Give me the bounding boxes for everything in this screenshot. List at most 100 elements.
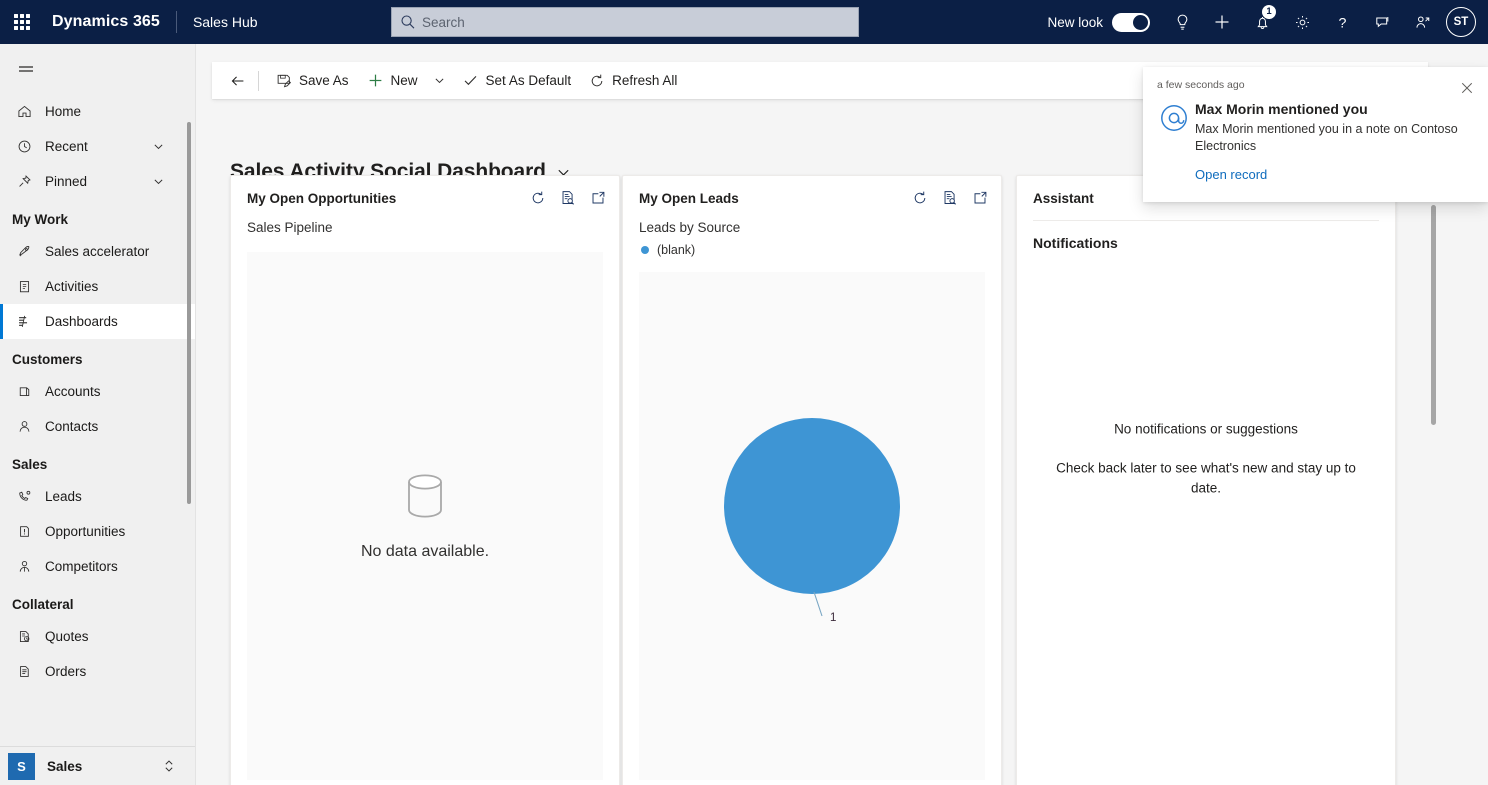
refresh-icon[interactable] <box>911 189 929 207</box>
lightbulb-button[interactable] <box>1162 0 1202 44</box>
sidebar-item-competitors[interactable]: Competitors <box>0 549 195 584</box>
sidebar-item-sales-accelerator[interactable]: Sales accelerator <box>0 234 195 269</box>
toggle-switch[interactable] <box>1112 12 1150 32</box>
notifications-button[interactable]: 1 <box>1242 0 1282 44</box>
sidebar-item-home[interactable]: Home <box>0 94 195 129</box>
card-my-open-leads: My Open Leads Leads by Source (blank) 1 <box>622 175 1002 785</box>
toast-body-row: Max Morin mentioned you Max Morin mentio… <box>1157 101 1474 184</box>
close-icon <box>1461 82 1473 94</box>
settings-button[interactable] <box>1282 0 1322 44</box>
sidebar-item-accounts[interactable]: Accounts <box>0 374 195 409</box>
save-as-icon <box>276 73 292 89</box>
open-record-link[interactable]: Open record <box>1195 167 1267 182</box>
pie-slice-blank <box>724 418 900 594</box>
toggle-knob <box>1133 14 1148 30</box>
dashboard-icon <box>14 313 34 330</box>
set-as-default-button[interactable]: Set As Default <box>453 64 581 97</box>
save-as-button[interactable]: Save As <box>267 64 358 97</box>
contact-icon <box>14 418 34 435</box>
refresh-all-button[interactable]: Refresh All <box>580 64 686 97</box>
database-cylinder-icon <box>402 472 448 529</box>
search-placeholder: Search <box>422 14 465 30</box>
lightbulb-icon <box>1177 14 1187 30</box>
sidebar-top-items: Home Recent Pinned <box>0 94 195 199</box>
search-input[interactable]: Search <box>391 7 859 37</box>
sidebar-group-title: Sales <box>12 457 48 472</box>
gear-icon <box>1295 15 1309 29</box>
sidebar-item-recent[interactable]: Recent <box>0 129 195 164</box>
refresh-icon[interactable] <box>529 189 547 207</box>
expand-icon[interactable] <box>589 189 607 207</box>
sidebar-item-label: Quotes <box>45 629 89 644</box>
sidebar-item-activities[interactable]: Activities <box>0 269 195 304</box>
assistant-empty-line2: Check back later to see what's new and s… <box>1056 460 1356 496</box>
clock-icon <box>14 138 34 155</box>
sidebar-item-pinned[interactable]: Pinned <box>0 164 195 199</box>
sidebar-group-title: Collateral <box>12 597 74 612</box>
view-records-icon[interactable] <box>559 189 577 207</box>
sidebar-item-label: Pinned <box>45 174 88 189</box>
feedback-chat-icon <box>1375 16 1388 27</box>
new-dropdown-button[interactable] <box>427 64 453 97</box>
assistant-section-title: Notifications <box>1033 235 1118 251</box>
feedback-button[interactable] <box>1362 0 1402 44</box>
view-records-icon[interactable] <box>941 189 959 207</box>
sidebar-item-label: Home <box>45 104 82 119</box>
user-avatar[interactable]: ST <box>1446 7 1476 37</box>
sidebar-item-contacts[interactable]: Contacts <box>0 409 195 444</box>
toast-title: Max Morin mentioned you <box>1195 101 1368 117</box>
card-actions <box>911 189 989 207</box>
checkmark-icon <box>462 72 479 89</box>
area-switcher-icon[interactable] <box>162 758 176 774</box>
refresh-icon <box>589 73 605 89</box>
area-switcher[interactable]: S Sales <box>0 746 195 785</box>
sidebar-item-dashboards[interactable]: Dashboards <box>0 304 195 339</box>
home-icon <box>14 103 34 120</box>
app-name-label[interactable]: Sales Hub <box>193 14 258 30</box>
search-icon <box>400 14 416 30</box>
card-header: My Open Leads <box>623 176 1001 220</box>
pin-icon <box>14 173 34 190</box>
share-person-icon <box>1415 15 1429 28</box>
competitor-icon <box>14 558 34 575</box>
pie-chart[interactable]: 1 <box>639 272 985 780</box>
share-button[interactable] <box>1402 0 1442 44</box>
sidebar-item-leads[interactable]: Leads <box>0 479 195 514</box>
main-scrollbar[interactable] <box>1431 205 1436 425</box>
new-look-toggle[interactable]: New look <box>1047 12 1150 32</box>
top-right-actions: New look 1 ? ST <box>1047 0 1488 44</box>
brand-title[interactable]: Dynamics 365 <box>52 13 160 31</box>
chart-legend: (blank) <box>623 239 1001 257</box>
toast-timestamp: a few seconds ago <box>1157 79 1245 91</box>
chevron-down-icon[interactable] <box>152 140 165 153</box>
opportunity-icon <box>14 523 34 540</box>
toast-description: Max Morin mentioned you in a note on Con… <box>1195 122 1458 153</box>
card-assistant: Assistant Notifications No notifications… <box>1016 175 1396 785</box>
sidebar-item-opportunities[interactable]: Opportunities <box>0 514 195 549</box>
expand-icon[interactable] <box>971 189 989 207</box>
mention-at-icon <box>1161 105 1187 131</box>
app-launcher-button[interactable] <box>0 0 44 44</box>
back-button[interactable] <box>224 67 252 95</box>
sidebar-scrollbar[interactable] <box>187 122 191 504</box>
new-button[interactable]: New <box>358 64 427 97</box>
plus-icon <box>1215 15 1229 29</box>
chevron-down-icon[interactable] <box>152 175 165 188</box>
quote-icon <box>14 628 34 645</box>
clipboard-icon <box>14 278 34 295</box>
toast-close-button[interactable] <box>1456 77 1478 99</box>
pie-leader-line <box>813 591 823 617</box>
quick-create-button[interactable] <box>1202 0 1242 44</box>
sidebar-item-label: Orders <box>45 664 87 679</box>
command-label: Save As <box>299 73 349 88</box>
top-navigation-bar: Dynamics 365 Sales Hub Search New look 1… <box>0 0 1488 44</box>
help-question-icon: ? <box>1338 15 1346 31</box>
legend-swatch <box>641 246 649 254</box>
waffle-icon <box>14 14 30 30</box>
help-button[interactable]: ? <box>1322 0 1362 44</box>
sidebar-item-orders[interactable]: Orders <box>0 654 195 689</box>
sidebar-item-label: Sales accelerator <box>45 244 150 259</box>
back-arrow-icon <box>231 75 244 86</box>
sidebar-item-quotes[interactable]: Quotes <box>0 619 195 654</box>
sitemap-toggle-button[interactable] <box>4 48 48 92</box>
